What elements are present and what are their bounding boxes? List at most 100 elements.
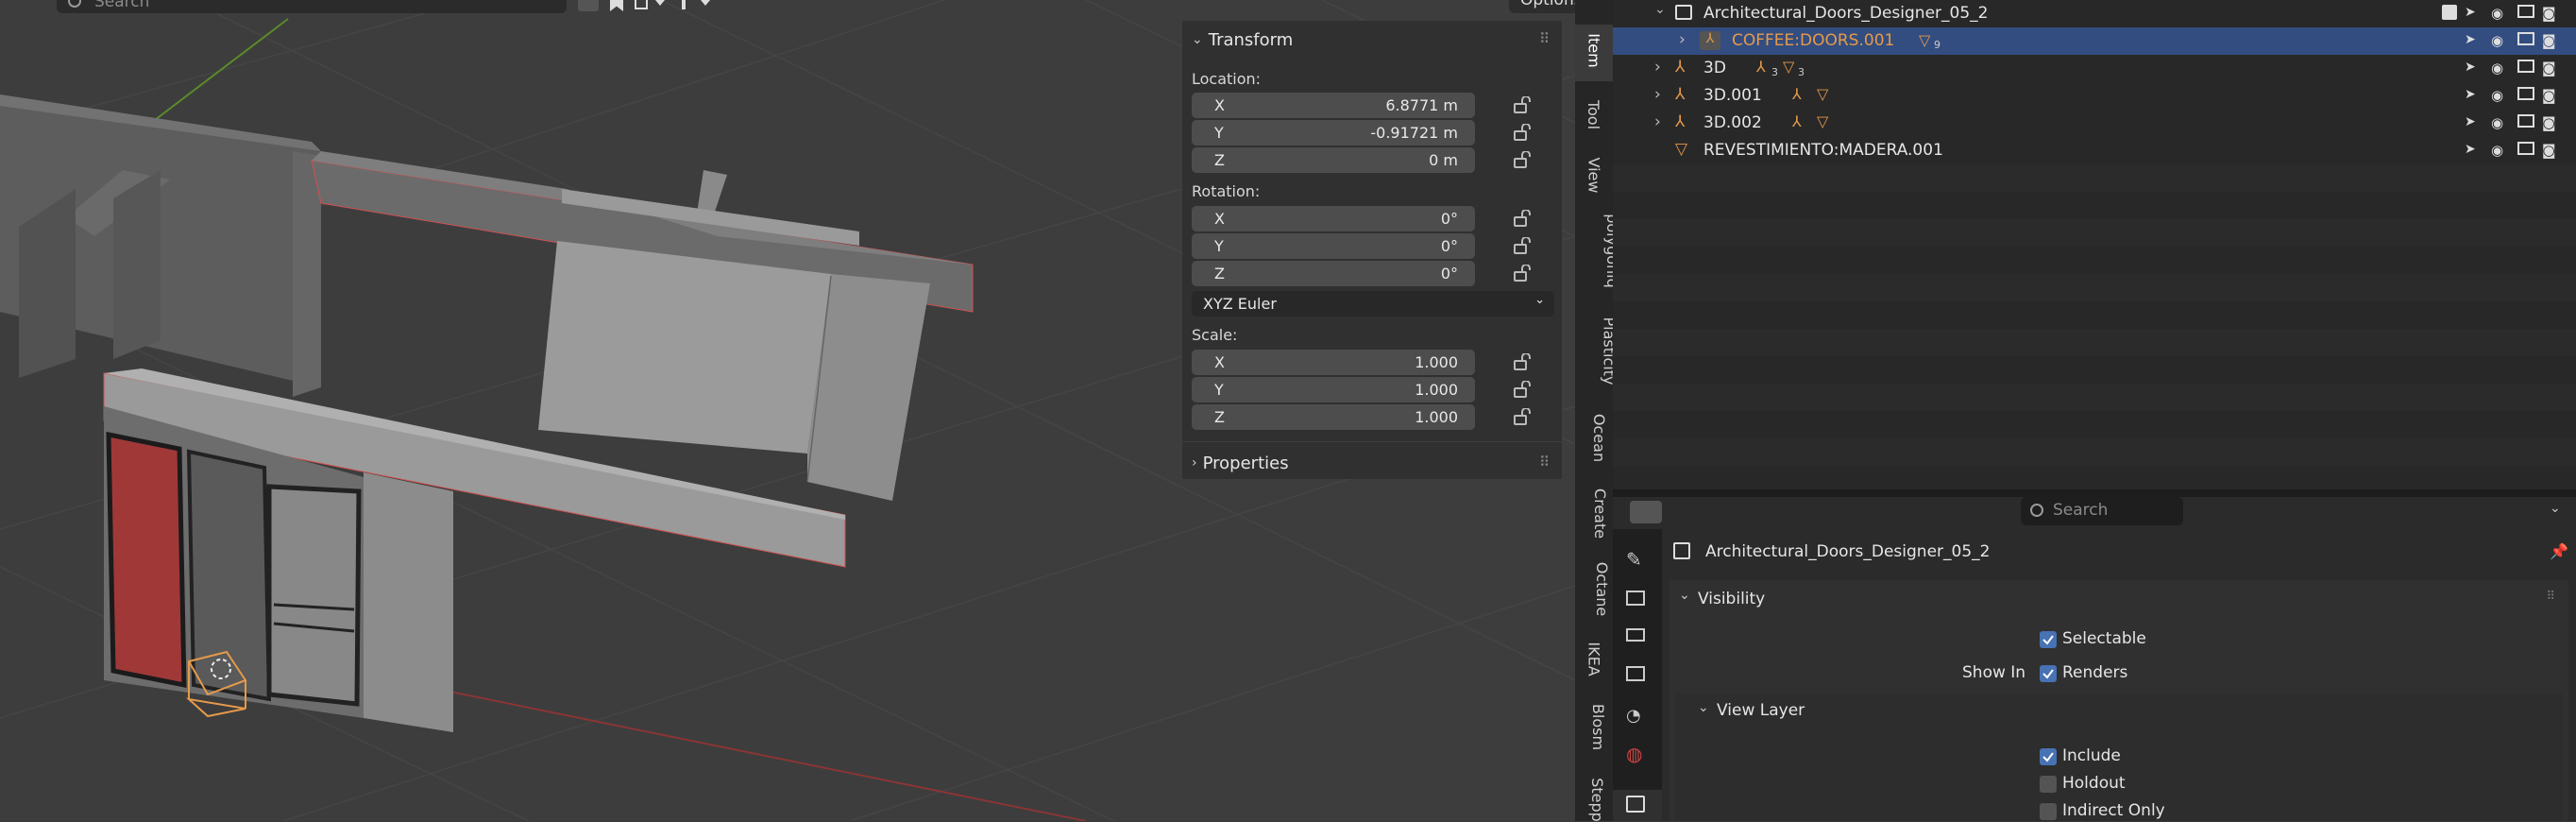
tab-blosm[interactable]: Blosm bbox=[1575, 699, 1613, 756]
location-z-field[interactable]: Z 0 m bbox=[1192, 147, 1475, 173]
axis-label: Y bbox=[1214, 124, 1224, 142]
lock-icon[interactable] bbox=[1513, 353, 1534, 370]
renders-checkbox[interactable] bbox=[2040, 665, 2057, 682]
camera-icon[interactable]: ◙ bbox=[2542, 60, 2561, 77]
tab-ocean[interactable]: Ocean bbox=[1575, 404, 1613, 471]
properties-panel-header[interactable]: › Properties ⠿ bbox=[1182, 444, 1562, 482]
lock-icon[interactable] bbox=[1513, 265, 1534, 282]
output-icon[interactable] bbox=[1626, 628, 1645, 642]
eye-icon[interactable]: ◉ bbox=[2491, 87, 2510, 104]
select-arrow-icon[interactable]: ➤ bbox=[2465, 5, 2483, 22]
camera-icon[interactable]: ◙ bbox=[2542, 142, 2561, 159]
properties-search-field[interactable]: Search bbox=[2021, 497, 2183, 525]
empty-object-icon: ⅄ bbox=[1675, 112, 1686, 131]
tab-create-label: Create bbox=[1591, 488, 1610, 539]
lock-icon[interactable] bbox=[1513, 151, 1534, 168]
outliner-row-3d-001[interactable]: › ⅄ 3D.001 ⅄ ▽ ➤ ◉ ◙ bbox=[1613, 82, 2576, 110]
monitor-icon[interactable] bbox=[2517, 87, 2534, 100]
location-x-field[interactable]: X 6.8771 m bbox=[1192, 93, 1475, 118]
drag-handle-icon[interactable]: ⠿ bbox=[1539, 30, 1551, 47]
transform-panel-header[interactable]: ⌄ Transform ⠿ bbox=[1182, 21, 1562, 59]
tab-ikea[interactable]: IKEA bbox=[1575, 631, 1613, 688]
tab-stepp[interactable]: Stepp bbox=[1575, 770, 1613, 822]
select-arrow-icon[interactable]: ➤ bbox=[2465, 60, 2483, 77]
camera-icon[interactable]: ◙ bbox=[2542, 87, 2561, 104]
snap-icon[interactable] bbox=[635, 0, 669, 11]
lock-icon[interactable] bbox=[1513, 210, 1534, 227]
lock-icon[interactable] bbox=[1513, 96, 1534, 113]
options-dropdown[interactable]: Options ⌄ bbox=[1509, 0, 1575, 26]
empty-object-icon: ⅄ bbox=[1675, 58, 1686, 77]
monitor-icon[interactable] bbox=[2517, 32, 2534, 45]
camera-icon[interactable]: ◙ bbox=[2542, 5, 2561, 22]
camera-icon[interactable]: ◙ bbox=[2542, 32, 2561, 49]
rotation-z-field[interactable]: Z 0° bbox=[1192, 261, 1475, 286]
holdout-checkbox[interactable] bbox=[2040, 776, 2057, 793]
pin-icon[interactable]: 📌 bbox=[2550, 542, 2568, 560]
scale-z-field[interactable]: Z 1.000 bbox=[1192, 404, 1475, 430]
lock-icon[interactable] bbox=[1513, 124, 1534, 141]
pivot-icon[interactable] bbox=[680, 0, 714, 11]
select-arrow-icon[interactable]: ➤ bbox=[2465, 142, 2483, 159]
tab-view[interactable]: View bbox=[1575, 151, 1613, 198]
monitor-icon[interactable] bbox=[2517, 60, 2534, 73]
lock-icon[interactable] bbox=[1513, 381, 1534, 398]
drag-handle-icon[interactable]: ⠿ bbox=[1539, 454, 1551, 471]
outliner-row-revestimiento[interactable]: ▽ REVESTIMIENTO:MADERA.001 ➤ ◉ ◙ bbox=[1613, 137, 2576, 164]
collection-tab[interactable] bbox=[1613, 790, 1662, 821]
rotation-mode-select[interactable]: XYZ Euler ⌄ bbox=[1192, 291, 1554, 317]
location-y-field[interactable]: Y -0.91721 m bbox=[1192, 120, 1475, 146]
world-icon[interactable]: ◍ bbox=[1626, 743, 1642, 765]
outliner-row-3d[interactable]: › ⅄ 3D ⅄ 3 ▽ 3 ➤ ◉ ◙ bbox=[1613, 55, 2576, 82]
scale-y-field[interactable]: Y 1.000 bbox=[1192, 377, 1475, 402]
rotation-x-field[interactable]: X 0° bbox=[1192, 206, 1475, 231]
select-arrow-icon[interactable]: ➤ bbox=[2465, 32, 2483, 49]
lock-icon[interactable] bbox=[1513, 408, 1534, 425]
outliner-row-3d-002[interactable]: › ⅄ 3D.002 ⅄ ▽ ➤ ◉ ◙ bbox=[1613, 110, 2576, 137]
monitor-icon[interactable] bbox=[2517, 142, 2534, 155]
tab-item[interactable]: Item bbox=[1575, 25, 1613, 81]
indirect-only-checkbox[interactable] bbox=[2040, 803, 2057, 820]
camera-icon[interactable]: ◙ bbox=[2542, 114, 2561, 131]
tab-octane-label: Octane bbox=[1593, 561, 1612, 617]
area-divider[interactable] bbox=[1613, 489, 2576, 497]
sidebar-tabs: Item Tool View polygoniq Plasticity Ocea… bbox=[1575, 0, 1621, 822]
monitor-icon[interactable] bbox=[2517, 5, 2534, 18]
eye-icon[interactable]: ◉ bbox=[2491, 5, 2510, 22]
view-layer-icon[interactable] bbox=[1626, 666, 1645, 681]
tool-icon[interactable]: ✎ bbox=[1626, 548, 1642, 571]
rotation-y-field[interactable]: Y 0° bbox=[1192, 233, 1475, 259]
editor-type-dropdown[interactable] bbox=[1630, 501, 1662, 523]
transform-icon[interactable] bbox=[578, 0, 599, 11]
tab-create[interactable]: Create bbox=[1575, 480, 1613, 546]
drag-handle-icon[interactable]: ⠿ bbox=[2546, 590, 2555, 604]
render-icon[interactable] bbox=[1626, 591, 1645, 606]
outliner-row-coffee-doors[interactable]: › ⅄ COFFEE:DOORS.001 ▽ 9 ➤ ◉ ◙ bbox=[1613, 27, 2576, 55]
row-visibility-controls: ➤ ◉ ◙ bbox=[2442, 5, 2561, 22]
location-x-value: 6.8771 m bbox=[1385, 96, 1458, 114]
3d-viewport[interactable]: Search Options ⌄ ⌄ Transform ⠿ Location:… bbox=[0, 0, 1575, 821]
outliner-collection-row[interactable]: ⌄ Architectural_Doors_Designer_05_2 ➤ ◉ … bbox=[1613, 0, 2576, 27]
select-arrow-icon[interactable]: ➤ bbox=[2465, 87, 2483, 104]
tab-tool[interactable]: Tool bbox=[1575, 91, 1613, 138]
lock-icon[interactable] bbox=[1513, 237, 1534, 254]
scale-x-field[interactable]: X 1.000 bbox=[1192, 350, 1475, 375]
object-name: REVESTIMIENTO:MADERA.001 bbox=[1703, 141, 1943, 160]
tab-plasticity[interactable]: Plasticity bbox=[1575, 312, 1618, 387]
empty-object-icon: ⅄ bbox=[1675, 85, 1686, 104]
eye-icon[interactable]: ◉ bbox=[2491, 142, 2510, 159]
child-count: 3 bbox=[1771, 66, 1778, 78]
eye-icon[interactable]: ◉ bbox=[2491, 114, 2510, 131]
monitor-icon[interactable] bbox=[2517, 114, 2534, 128]
tab-polygoniq[interactable]: polygoniq bbox=[1575, 208, 1621, 293]
include-checkbox[interactable] bbox=[2040, 748, 2057, 765]
selectable-checkbox[interactable] bbox=[2040, 631, 2057, 648]
rotation-label: Rotation: bbox=[1192, 182, 1261, 200]
tab-octane[interactable]: Octane bbox=[1575, 556, 1613, 622]
checkbox-icon[interactable] bbox=[2442, 5, 2457, 20]
eye-icon[interactable]: ◉ bbox=[2491, 60, 2510, 77]
chevron-down-icon[interactable]: ⌄ bbox=[2550, 501, 2561, 516]
eye-icon[interactable]: ◉ bbox=[2491, 32, 2510, 49]
select-arrow-icon[interactable]: ➤ bbox=[2465, 114, 2483, 131]
scene-icon[interactable]: ◔ bbox=[1626, 706, 1641, 726]
